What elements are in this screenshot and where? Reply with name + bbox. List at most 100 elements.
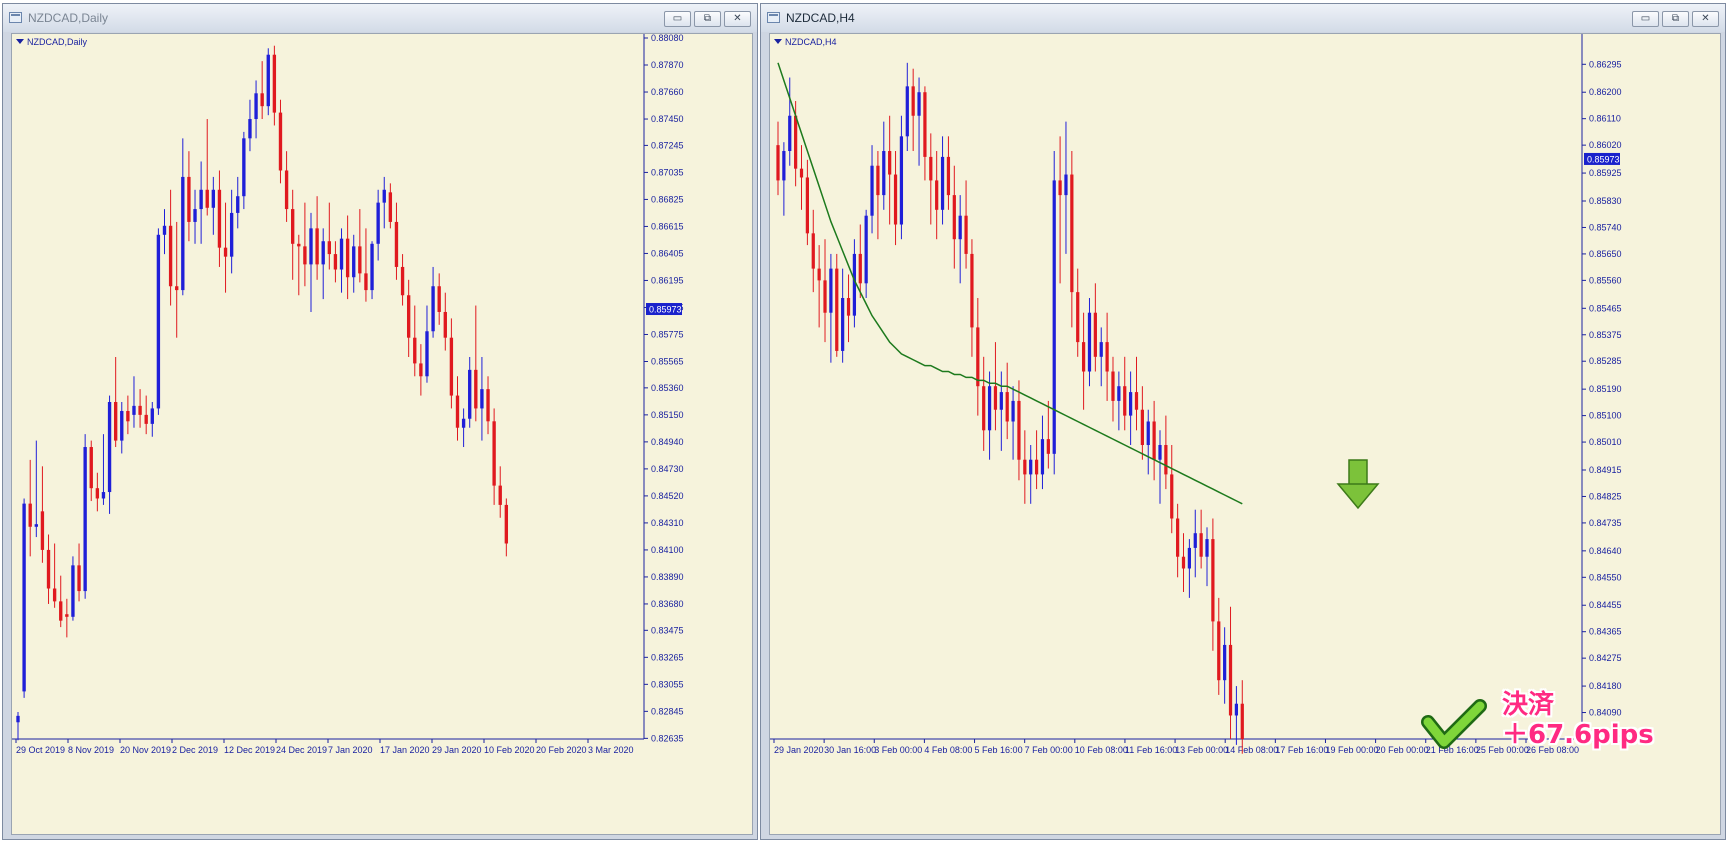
candle-body	[917, 92, 921, 116]
y-tick-label: 0.84275	[1589, 653, 1622, 663]
x-tick-label: 21 Feb 16:00	[1426, 745, 1479, 755]
candle-body	[132, 405, 136, 415]
close-button[interactable]: ✕	[1692, 11, 1719, 27]
x-tick-label: 11 Feb 16:00	[1125, 745, 1177, 755]
candle-body	[823, 280, 827, 313]
restore-button[interactable]: ⧉	[1662, 11, 1689, 27]
y-tick-label: 0.85285	[1589, 356, 1622, 366]
candle-body	[1205, 539, 1209, 557]
x-tick-label: 3 Feb 00:00	[874, 745, 922, 755]
y-tick-label: 0.88080	[651, 34, 684, 43]
candle-body	[1181, 556, 1186, 569]
candle-body	[1164, 445, 1168, 475]
candle-body	[1046, 439, 1050, 454]
restore-button[interactable]: ⧉	[694, 11, 721, 27]
candle-body	[83, 447, 87, 592]
candle-body	[77, 565, 81, 592]
chart-window-icon	[9, 12, 22, 23]
candle-body	[339, 238, 344, 270]
candle-body	[1134, 392, 1139, 410]
candle-body	[419, 363, 423, 377]
window-titlebar[interactable]: NZDCAD,H4 ▭ ⧉ ✕	[761, 4, 1725, 32]
candle-body	[260, 93, 264, 107]
y-tick-label: 0.85465	[1589, 303, 1622, 313]
y-tick-label: 0.84825	[1589, 491, 1622, 501]
candle-body	[101, 492, 106, 499]
minimize-button[interactable]: ▭	[664, 11, 691, 27]
candle-body	[1234, 703, 1239, 716]
candle-body	[59, 601, 63, 621]
candle-body	[461, 418, 466, 428]
x-tick-label: 10 Feb 08:00	[1075, 745, 1128, 755]
y-tick-label: 0.83475	[651, 625, 684, 635]
candle-body	[1081, 342, 1086, 372]
candle-body	[303, 246, 307, 265]
x-tick-label: 20 Feb 2020	[536, 745, 587, 755]
candle-body	[1170, 474, 1174, 519]
x-tick-label: 29 Jan 2020	[774, 745, 824, 755]
candle-body	[1011, 400, 1015, 422]
x-tick-label: 10 Feb 2020	[484, 745, 535, 755]
candle-body	[805, 177, 810, 234]
candle-body	[40, 511, 45, 550]
candle-body	[929, 156, 933, 181]
candle-body	[852, 253, 857, 316]
daily-chart-window[interactable]: NZDCAD,Daily ▭ ⧉ ✕ NZDCAD,Daily 0.88080 0…	[2, 3, 758, 840]
candle-body	[888, 151, 892, 175]
candle-body	[278, 112, 283, 171]
x-tick-label: 7 Jan 2020	[328, 745, 373, 755]
candle-body	[1193, 533, 1197, 548]
y-tick-label: 0.84735	[1589, 518, 1622, 528]
candle-body	[864, 215, 868, 284]
y-tick-label: 0.82845	[651, 706, 684, 716]
window-titlebar[interactable]: NZDCAD,Daily ▭ ⧉ ✕	[3, 4, 757, 32]
candle-body	[248, 119, 252, 139]
minimize-button[interactable]: ▭	[1632, 11, 1659, 27]
x-tick-label: 2 Dec 2019	[172, 745, 218, 755]
candle-body	[95, 488, 100, 499]
close-button[interactable]: ✕	[724, 11, 751, 27]
candle-body	[1076, 292, 1080, 343]
candle-body	[846, 298, 851, 316]
candle-body	[1064, 174, 1068, 196]
x-tick-label: 30 Jan 16:00	[824, 745, 876, 755]
y-tick-label: 0.85565	[651, 356, 684, 366]
candle-body	[946, 156, 951, 196]
candle-body	[468, 369, 472, 419]
chart-area[interactable]: NZDCAD,Daily 0.88080 0.87870 0.87660 0.8745…	[11, 33, 753, 835]
candle-body	[89, 447, 93, 489]
x-tick-label: 29 Jan 2020	[432, 745, 482, 755]
daily-candlestick-chart: 0.88080 0.87870 0.87660 0.87450 0.87245 0.870…	[12, 34, 684, 755]
y-tick-label: 0.85010	[1589, 437, 1622, 447]
candle-body	[474, 369, 478, 409]
y-tick-label: 0.85100	[1589, 411, 1622, 421]
y-tick-label: 0.84940	[651, 437, 684, 447]
x-tick-label: 14 Feb 08:00	[1225, 745, 1278, 755]
candle-body	[455, 395, 460, 428]
candle-body	[1023, 459, 1027, 475]
y-tick-label: 0.85190	[1589, 384, 1622, 394]
y-tick-label: 0.85150	[651, 410, 684, 420]
y-tick-label: 0.87870	[651, 60, 684, 70]
candle-body	[870, 165, 874, 216]
x-tick-label: 7 Feb 00:00	[1025, 745, 1073, 755]
candle-body	[876, 165, 880, 196]
x-tick-label: 8 Nov 2019	[68, 745, 114, 755]
candle-body	[162, 225, 167, 235]
y-tick-label: 0.83265	[651, 652, 684, 662]
x-tick-label: 4 Feb 08:00	[924, 745, 972, 755]
chart-window-icon	[767, 12, 780, 23]
candle-body	[893, 174, 898, 225]
window-title: NZDCAD,H4	[786, 11, 855, 25]
candle-body	[993, 386, 998, 410]
candle-body	[776, 145, 780, 181]
y-tick-label: 0.83055	[651, 679, 684, 689]
y-tick-label: 0.87245	[651, 140, 684, 150]
candle-body	[905, 86, 909, 137]
candle-body	[970, 253, 974, 328]
candle-body	[999, 392, 1003, 410]
candle-body	[782, 151, 786, 181]
candle-body	[187, 176, 191, 222]
candle-body	[1040, 439, 1045, 475]
current-price-label: 0.85973	[1587, 154, 1620, 164]
